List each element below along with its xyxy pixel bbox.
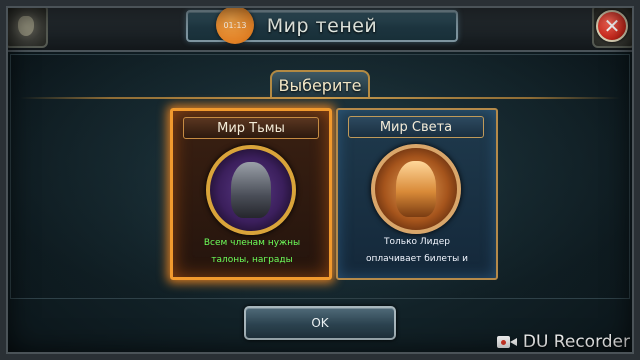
ok-label: OK <box>311 316 329 330</box>
header-bar: Мир теней 01:13 ✕ <box>0 0 640 52</box>
card-light-world[interactable]: Мир Света Только Лидер оплачивает билеты… <box>336 108 498 280</box>
card-title: Мир Тьмы <box>217 120 285 136</box>
card-title: Мир Света <box>379 119 453 135</box>
light-helmet-figure <box>396 161 436 217</box>
card-desc-line: оплачивает билеты и <box>365 254 469 264</box>
dark-helmet-figure <box>231 162 271 218</box>
close-x-icon: ✕ <box>603 14 621 38</box>
watermark-text: DU Recorder <box>522 332 630 352</box>
card-desc-line: Только Лидер <box>384 237 450 247</box>
ok-button[interactable]: OK <box>244 306 396 340</box>
left-corner-ornament-icon <box>4 4 48 48</box>
card-description: Только Лидер оплачивает билеты и <box>344 234 490 268</box>
divider-line <box>20 97 620 99</box>
timer-text: 01:13 <box>223 20 247 30</box>
dark-knight-emblem-icon <box>206 145 296 235</box>
light-knight-emblem-icon <box>371 144 461 234</box>
card-desc-line: Всем членам нужны <box>203 238 301 248</box>
close-button[interactable]: ✕ <box>596 10 628 42</box>
card-desc-line: талоны, награды <box>211 255 293 265</box>
choose-label: Выберите <box>278 75 362 95</box>
card-title-plate: Мир Света <box>348 116 484 138</box>
card-dark-world[interactable]: Мир Тьмы Всем членам нужны талоны, награ… <box>170 108 332 280</box>
game-screen: Мир теней 01:13 ✕ Выберите Мир Тьмы Всем… <box>0 0 640 360</box>
page-title: Мир теней <box>266 15 378 37</box>
recorder-watermark: DU Recorder <box>496 331 630 353</box>
choose-tab: Выберите <box>270 70 370 98</box>
video-camera-icon <box>496 334 517 350</box>
card-title-plate: Мир Тьмы <box>183 117 319 139</box>
card-description: Всем членам нужны талоны, награды <box>179 235 325 269</box>
recording-timer-badge: 01:13 <box>216 6 254 44</box>
